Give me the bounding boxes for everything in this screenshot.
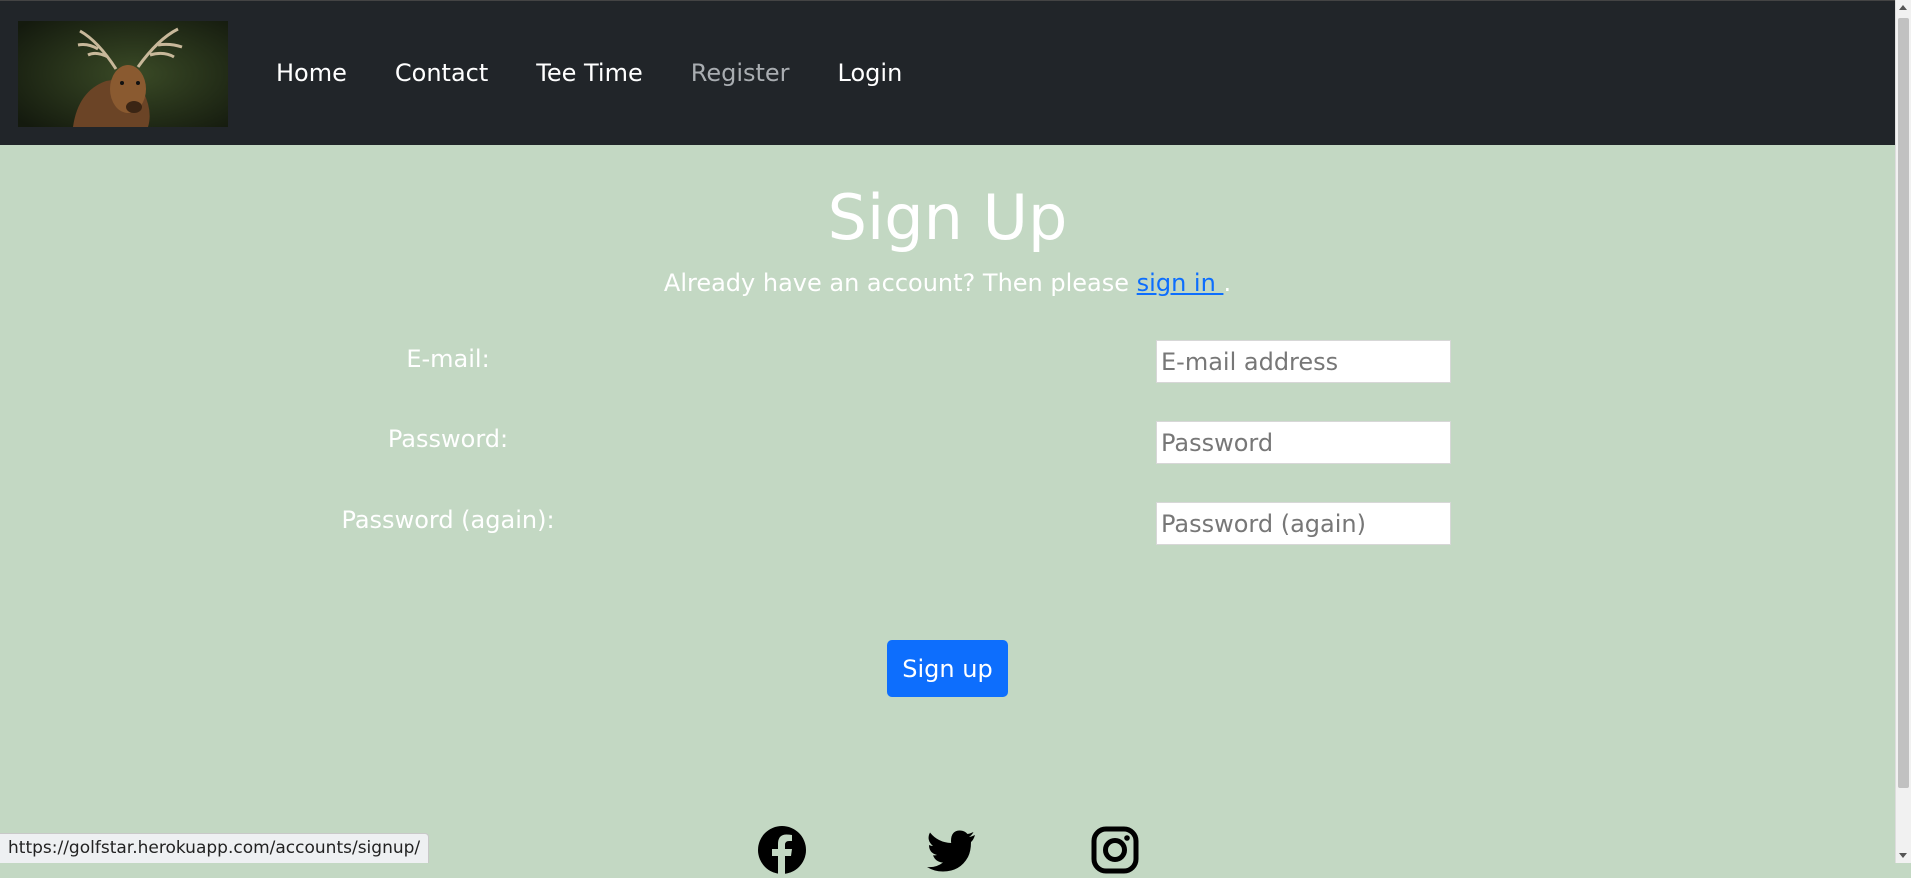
signup-button[interactable]: Sign up <box>887 640 1008 697</box>
password-again-field[interactable] <box>1156 502 1451 545</box>
nav-link-home[interactable]: Home <box>276 53 347 93</box>
vertical-scrollbar[interactable] <box>1895 0 1911 863</box>
password-label: Password: <box>387 425 509 453</box>
navbar: Home Contact Tee Time Register Login <box>0 0 1895 145</box>
nav-links: Home Contact Tee Time Register Login <box>276 53 950 93</box>
nav-link-tee-time[interactable]: Tee Time <box>536 53 642 93</box>
signin-prompt: Already have an account? Then please sig… <box>0 266 1895 300</box>
email-field[interactable] <box>1156 340 1451 383</box>
logo-image[interactable] <box>18 21 228 127</box>
page-title: Sign Up <box>827 181 1068 254</box>
instagram-icon[interactable] <box>1091 826 1139 878</box>
password-field[interactable] <box>1156 421 1451 464</box>
signin-link[interactable]: sign in <box>1137 269 1224 297</box>
password-again-label: Password (again): <box>341 506 555 534</box>
scroll-up-arrow-icon[interactable] <box>1899 5 1907 10</box>
signin-prompt-end: . <box>1223 269 1232 297</box>
email-label: E-mail: <box>406 345 490 373</box>
nav-link-register[interactable]: Register <box>691 53 790 93</box>
facebook-icon[interactable] <box>758 826 806 878</box>
scrollbar-thumb[interactable] <box>1898 18 1909 788</box>
nav-link-contact[interactable]: Contact <box>395 53 488 93</box>
scroll-down-arrow-icon[interactable] <box>1899 853 1907 858</box>
status-bar-url: https://golfstar.herokuapp.com/accounts/… <box>0 833 430 863</box>
twitter-icon[interactable] <box>926 830 976 876</box>
nav-link-login[interactable]: Login <box>838 53 903 93</box>
signin-prompt-text: Already have an account? Then please <box>663 269 1137 297</box>
